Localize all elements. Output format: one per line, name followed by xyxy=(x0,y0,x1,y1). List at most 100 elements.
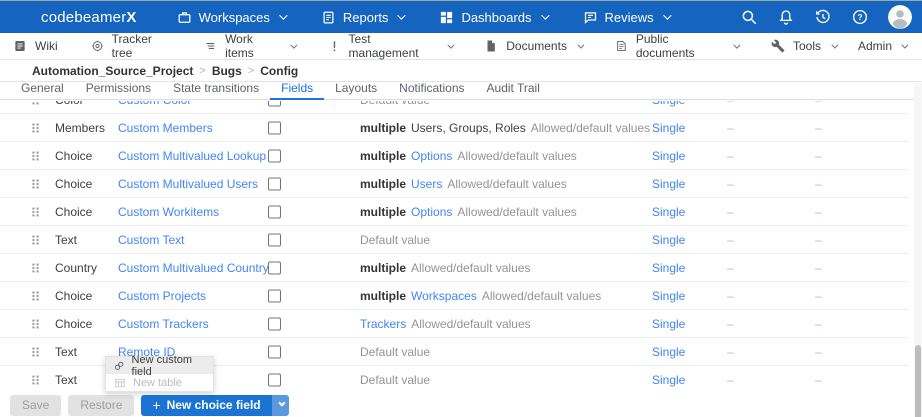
avatar[interactable] xyxy=(888,5,912,29)
field-name-link[interactable]: Custom Text xyxy=(118,233,184,247)
choice-type-link[interactable]: Single xyxy=(652,177,685,191)
navbar-menu-workspaces[interactable]: Workspaces xyxy=(177,10,285,25)
field-checkbox[interactable] xyxy=(268,177,281,190)
field-name-link[interactable]: Custom Trackers xyxy=(118,317,209,331)
choice-type-link[interactable]: Single xyxy=(652,289,685,303)
navbar-menu-reviews[interactable]: Reviews xyxy=(583,10,669,25)
tab-state-transitions[interactable]: State transitions xyxy=(162,81,270,100)
tab-fields[interactable]: Fields xyxy=(270,81,324,100)
drag-handle-icon[interactable] xyxy=(30,373,41,387)
drag-handle-icon[interactable] xyxy=(30,289,41,303)
new-choice-field-button[interactable]: + New choice field xyxy=(141,395,271,416)
default-value-link[interactable]: Trackers xyxy=(360,317,406,331)
new-choice-field-label: New choice field xyxy=(167,398,261,412)
choice-type-link[interactable]: Single xyxy=(652,345,685,359)
field-checkbox[interactable] xyxy=(268,149,281,162)
history-icon[interactable] xyxy=(814,8,832,26)
menubar-item-public-documents[interactable]: Public documents xyxy=(615,32,738,60)
choice-type-link[interactable]: Single xyxy=(652,317,685,331)
drag-handle-icon[interactable] xyxy=(30,317,41,331)
vertical-scrollbar-thumb[interactable] xyxy=(915,345,921,417)
drag-handle-icon[interactable] xyxy=(30,345,41,359)
chevron-down-icon xyxy=(541,11,549,19)
breadcrumb-segment[interactable]: Bugs xyxy=(212,64,242,78)
choice-type-link[interactable]: Single xyxy=(652,101,685,107)
field-name-link[interactable]: Custom Workitems xyxy=(118,205,219,219)
field-checkbox[interactable] xyxy=(268,345,281,358)
field-name-link[interactable]: Custom Multivalued Users xyxy=(118,177,258,191)
menubar-item-wiki[interactable]: Wiki xyxy=(13,39,58,53)
default-value-text: Allowed/default values xyxy=(482,289,601,303)
tab-general[interactable]: General xyxy=(10,81,75,100)
save-button[interactable]: Save xyxy=(10,395,61,416)
menubar-item-label: Tracker tree xyxy=(112,32,172,60)
field-checkbox[interactable] xyxy=(268,101,281,106)
brand-logo[interactable]: codebeamerX xyxy=(13,7,137,27)
breadcrumb: Automation_Source_Project>Bugs>Config xyxy=(32,64,298,78)
choice-type-link[interactable]: Single xyxy=(652,149,685,163)
default-value-text: Default value xyxy=(360,101,430,107)
tab-audit-trail[interactable]: Audit Trail xyxy=(476,81,551,100)
field-name-link[interactable]: Custom Multivalued Lookup xyxy=(118,149,266,163)
restore-button[interactable]: Restore xyxy=(68,395,134,416)
menubar-item-tracker-tree[interactable]: Tracker tree xyxy=(91,32,172,60)
drag-handle-icon[interactable] xyxy=(30,121,41,135)
empty-value-dash: – xyxy=(815,373,822,387)
field-checkbox[interactable] xyxy=(268,373,281,386)
default-value-link[interactable]: Options xyxy=(411,205,452,219)
menu-item-label: New table xyxy=(133,377,182,389)
tab-layouts[interactable]: Layouts xyxy=(324,81,388,100)
menubar-item-documents[interactable]: Documents xyxy=(484,39,582,53)
breadcrumb-segment[interactable]: Automation_Source_Project xyxy=(32,64,193,78)
choice-type-link[interactable]: Single xyxy=(652,121,685,135)
field-checkbox[interactable] xyxy=(268,289,281,302)
drag-handle-icon[interactable] xyxy=(30,205,41,219)
tab-notifications[interactable]: Notifications xyxy=(388,81,475,100)
default-value-text: multiple xyxy=(360,121,406,135)
menu-item-new-custom-field[interactable]: New custom field xyxy=(106,357,213,374)
choice-type-link[interactable]: Single xyxy=(652,261,685,275)
empty-value-dash: – xyxy=(815,261,822,275)
choice-type-link[interactable]: Single xyxy=(652,373,685,387)
menubar-item-test-management[interactable]: Test management xyxy=(328,32,452,60)
field-checkbox[interactable] xyxy=(268,261,281,274)
default-value-link[interactable]: Workspaces xyxy=(411,289,477,303)
notifications-icon[interactable] xyxy=(777,8,795,26)
config-tabs: GeneralPermissionsState transitionsField… xyxy=(0,82,922,100)
vertical-scrollbar-track[interactable] xyxy=(914,83,922,417)
drag-handle-icon[interactable] xyxy=(30,149,41,163)
field-name-link[interactable]: Custom Members xyxy=(118,121,213,135)
drag-handle-icon[interactable] xyxy=(30,177,41,191)
navbar-menu-reports[interactable]: Reports xyxy=(321,10,404,25)
field-default-value: Default value xyxy=(360,373,430,387)
new-field-dropdown-toggle[interactable] xyxy=(272,395,289,416)
new-field-context-menu: New custom field New table xyxy=(105,356,214,392)
bookmark-icon[interactable] xyxy=(896,63,908,78)
default-value-link[interactable]: Users xyxy=(411,177,442,191)
drag-handle-icon[interactable] xyxy=(30,261,41,275)
choice-type-link[interactable]: Single xyxy=(652,233,685,247)
drag-handle-icon[interactable] xyxy=(30,233,41,247)
drag-handle-icon[interactable] xyxy=(30,101,41,107)
menubar-admin[interactable]: Admin xyxy=(836,39,906,54)
menubar-item-work-items[interactable]: Work items xyxy=(204,32,294,60)
default-value-link[interactable]: Options xyxy=(411,149,452,163)
field-name-link[interactable]: Custom Multivalued Country xyxy=(118,261,269,275)
field-checkbox[interactable] xyxy=(268,233,281,246)
field-checkbox[interactable] xyxy=(268,121,281,134)
tab-permissions[interactable]: Permissions xyxy=(75,81,162,100)
wrench-icon xyxy=(771,39,785,53)
choice-type-link[interactable]: Single xyxy=(652,205,685,219)
menubar-item-label: Test management xyxy=(349,32,437,60)
chevron-down-icon xyxy=(734,41,741,48)
menubar-item-tools[interactable]: Tools xyxy=(771,39,836,53)
field-name-link[interactable]: Custom Color xyxy=(118,101,191,107)
field-checkbox[interactable] xyxy=(268,317,281,330)
navbar-menu-dashboards[interactable]: Dashboards xyxy=(439,10,546,25)
field-checkbox[interactable] xyxy=(268,205,281,218)
project-logo-icon[interactable] xyxy=(12,64,25,77)
field-name-link[interactable]: Custom Projects xyxy=(118,289,206,303)
breadcrumb-segment[interactable]: Config xyxy=(260,64,298,78)
help-icon[interactable]: ? xyxy=(851,8,869,26)
search-icon[interactable] xyxy=(740,8,758,26)
